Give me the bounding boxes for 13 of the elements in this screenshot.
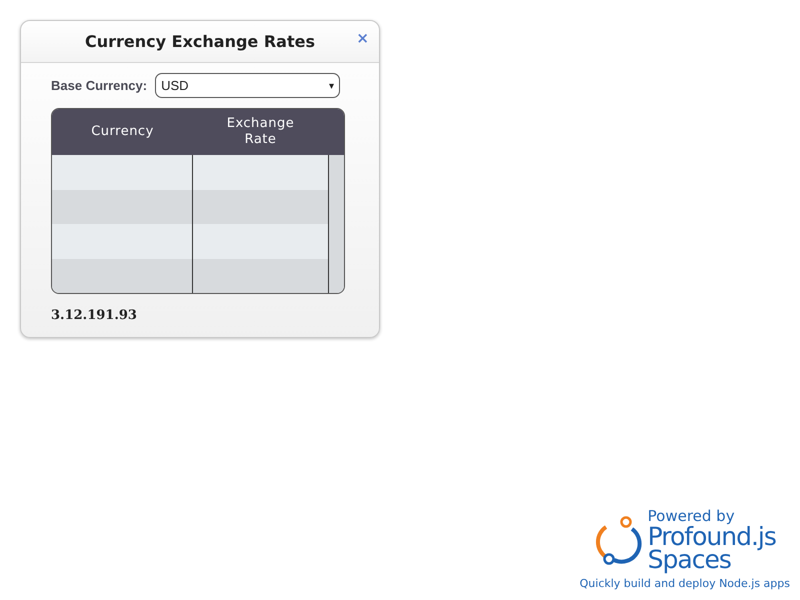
scrollbar[interactable] [328, 155, 344, 293]
powered-by-text: Powered by [648, 508, 736, 525]
ip-address: 3.12.191.93 [51, 308, 138, 323]
tagline: Quickly build and deploy Node.js apps [580, 577, 790, 590]
product-name: Profound.js [648, 525, 776, 548]
field-label: Base Currency: [51, 78, 148, 93]
currency-dropdown[interactable]: USD ▾ [155, 73, 340, 98]
logo-icon [594, 514, 642, 564]
column-header[interactable]: Currency [52, 109, 193, 155]
column-header[interactable]: Exchange Rate [193, 109, 328, 155]
window-title: Currency Exchange Rates [85, 32, 315, 51]
product-name: Spaces [648, 548, 731, 571]
close-button[interactable]: × [356, 29, 369, 47]
